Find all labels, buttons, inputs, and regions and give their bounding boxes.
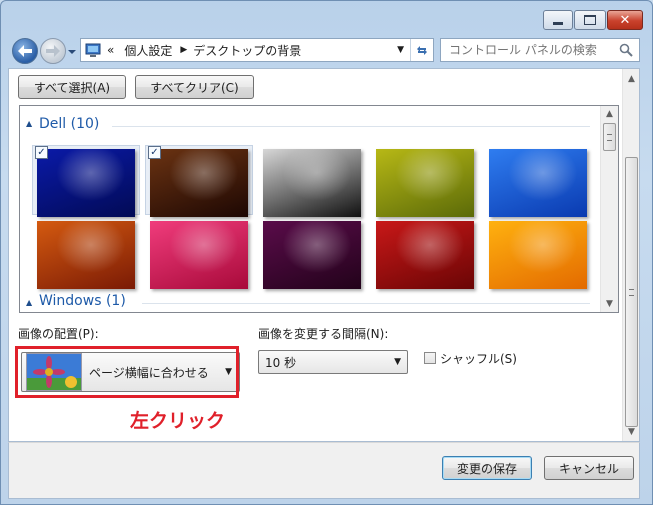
- cancel-button[interactable]: キャンセル: [544, 456, 634, 480]
- checkmark-icon: ✓: [37, 146, 46, 158]
- wallpaper-dell-3[interactable]: [263, 149, 361, 217]
- collapse-group-icon[interactable]: ▲: [26, 298, 32, 307]
- grip-icon: [607, 133, 612, 141]
- wallpaper-dell-5[interactable]: [489, 149, 587, 217]
- scroll-up-icon[interactable]: ▲: [623, 73, 640, 85]
- wallpaper-dell-2[interactable]: [150, 149, 248, 217]
- search-input[interactable]: [447, 42, 619, 58]
- shuffle-label[interactable]: シャッフル(S): [440, 350, 517, 367]
- close-icon: ✕: [619, 12, 631, 28]
- close-button[interactable]: ✕: [607, 10, 643, 30]
- wallpaper-checkbox[interactable]: ✓: [35, 146, 48, 159]
- minimize-button[interactable]: [543, 10, 573, 30]
- checkmark-icon: ✓: [150, 146, 159, 158]
- group-divider: [112, 126, 590, 127]
- clear-all-button[interactable]: すべてクリア(C): [135, 75, 254, 99]
- scroll-down-icon[interactable]: ▼: [601, 298, 618, 310]
- collapse-group-icon[interactable]: ▲: [26, 119, 32, 128]
- gallery-scrollbar[interactable]: ▲ ▼: [600, 106, 618, 312]
- wallpaper-dell-10[interactable]: [489, 221, 587, 289]
- interval-value: 10 秒: [265, 355, 297, 370]
- wallpaper-checkbox[interactable]: ✓: [148, 146, 161, 159]
- scroll-thumb[interactable]: [625, 157, 638, 427]
- interval-select[interactable]: 10 秒 ▼: [258, 350, 408, 374]
- group-header-windows[interactable]: Windows (1): [39, 293, 126, 309]
- chevron-down-icon: ▼: [394, 357, 401, 367]
- group-header-dell[interactable]: Dell (10): [39, 116, 99, 132]
- position-label: 画像の配置(P):: [18, 327, 99, 341]
- wallpaper-dell-8[interactable]: [263, 221, 361, 289]
- wallpaper-dell-7[interactable]: [150, 221, 248, 289]
- shuffle-checkbox[interactable]: [424, 352, 436, 364]
- scroll-down-icon[interactable]: ▼: [623, 426, 640, 438]
- wallpaper-gallery[interactable]: ▲ Dell (10) ✓ ✓ ▲ Windows (1) ▲ ▼: [19, 105, 619, 313]
- refresh-button[interactable]: [410, 39, 433, 61]
- breadcrumb-overflow[interactable]: «: [107, 43, 114, 57]
- search-box[interactable]: [440, 38, 640, 62]
- maximize-button[interactable]: [574, 10, 606, 30]
- wallpaper-dell-9[interactable]: [376, 221, 474, 289]
- breadcrumb-item-personalization[interactable]: 個人設定: [124, 42, 172, 59]
- wallpaper-dell-4[interactable]: [376, 149, 474, 217]
- control-panel-icon: [85, 43, 101, 57]
- forward-button[interactable]: [40, 38, 66, 64]
- group-divider: [142, 303, 590, 304]
- back-button[interactable]: [12, 38, 38, 64]
- address-bar[interactable]: « 個人設定 ▶ デスクトップの背景 ▼: [80, 38, 434, 62]
- breadcrumb-separator-icon: ▶: [180, 45, 188, 55]
- scroll-up-icon[interactable]: ▲: [601, 108, 618, 120]
- page-scrollbar[interactable]: ▲ ▼: [622, 69, 639, 441]
- address-dropdown-icon[interactable]: ▼: [397, 45, 404, 55]
- select-all-button[interactable]: すべて選択(A): [18, 75, 126, 99]
- grip-icon: [629, 288, 634, 296]
- refresh-icon: [417, 46, 427, 55]
- arrow-right-icon: [46, 45, 60, 57]
- recent-pages-dropdown[interactable]: [67, 46, 77, 56]
- save-changes-button[interactable]: 変更の保存: [442, 456, 532, 480]
- wallpaper-dell-6[interactable]: [37, 221, 135, 289]
- breadcrumb-item-desktop-background[interactable]: デスクトップの背景: [193, 42, 301, 59]
- annotation-text: 左クリック: [130, 410, 226, 432]
- interval-label: 画像を変更する間隔(N):: [258, 327, 389, 341]
- arrow-left-icon: [18, 45, 32, 57]
- scroll-thumb[interactable]: [603, 123, 616, 151]
- maximize-icon: [584, 15, 596, 25]
- annotation-highlight-box: [15, 346, 239, 398]
- search-icon[interactable]: [619, 43, 633, 57]
- chevron-down-icon: [68, 50, 76, 54]
- wallpaper-dell-1[interactable]: [37, 149, 135, 217]
- minimize-icon: [553, 21, 563, 25]
